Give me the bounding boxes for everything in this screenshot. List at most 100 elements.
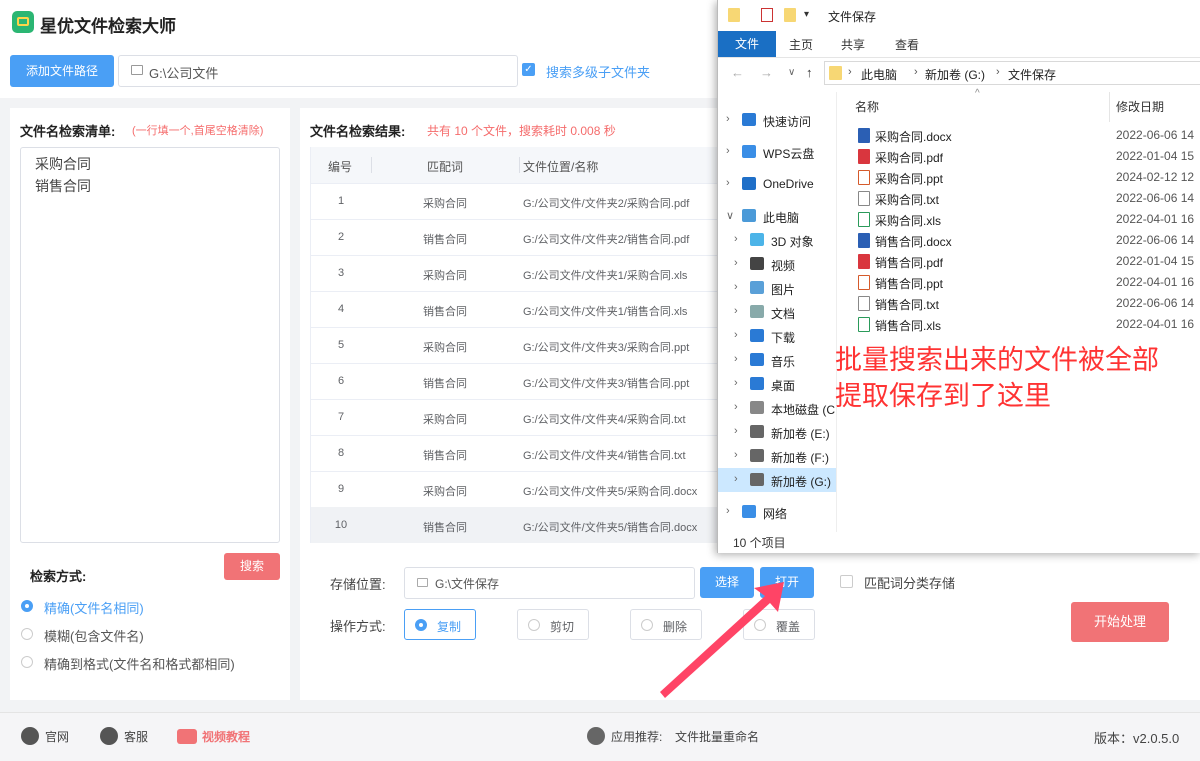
- table-row[interactable]: 1 采购合同 G:/公司文件/文件夹2/采购合同.pdf: [311, 183, 719, 220]
- column-name[interactable]: 名称: [855, 98, 879, 115]
- mode-label-format[interactable]: 精确到格式(文件名和格式都相同): [44, 654, 235, 673]
- table-row[interactable]: 8 销售合同 G:/公司文件/文件夹4/销售合同.txt: [311, 435, 719, 472]
- nav-item[interactable]: › OneDrive: [718, 172, 836, 196]
- column-date[interactable]: 修改日期: [1116, 98, 1164, 115]
- file-row[interactable]: 采购合同.ppt 2024-02-12 12: [837, 167, 1200, 188]
- up-arrow-icon[interactable]: ↑: [806, 65, 813, 80]
- video-tutorial-link[interactable]: 视频教程: [202, 728, 250, 745]
- chevron-right-icon[interactable]: ›: [734, 329, 738, 341]
- file-row[interactable]: 采购合同.xls 2022-04-01 16: [837, 209, 1200, 230]
- ribbon-tab-view[interactable]: 查看: [895, 36, 919, 53]
- breadcrumb-pc[interactable]: 此电脑: [861, 66, 897, 83]
- chevron-right-icon[interactable]: ›: [726, 145, 730, 157]
- subfolder-checkbox[interactable]: ✓: [522, 63, 535, 76]
- address-box[interactable]: › 此电脑 › 新加卷 (G:) › 文件保存: [824, 61, 1200, 85]
- file-row[interactable]: 销售合同.docx 2022-06-06 14: [837, 230, 1200, 251]
- nav-item-label: WPS云盘: [763, 147, 815, 161]
- chevron-right-icon[interactable]: ›: [734, 401, 738, 413]
- chevron-right-icon[interactable]: ›: [734, 233, 738, 245]
- file-row[interactable]: 销售合同.xls 2022-04-01 16: [837, 314, 1200, 335]
- chevron-right-icon[interactable]: ›: [734, 353, 738, 365]
- chevron-right-icon[interactable]: ›: [734, 281, 738, 293]
- ribbon-tab-file[interactable]: 文件: [718, 31, 776, 57]
- mode-radio-exact[interactable]: [21, 600, 33, 612]
- nav-item[interactable]: › 音乐: [718, 348, 836, 372]
- nav-item[interactable]: › 新加卷 (G:): [718, 468, 836, 492]
- classify-checkbox[interactable]: [840, 575, 853, 588]
- chevron-right-icon[interactable]: ›: [734, 449, 738, 461]
- nav-item[interactable]: › 文档: [718, 300, 836, 324]
- op-cut-button[interactable]: 剪切: [517, 609, 589, 640]
- chevron-right-icon[interactable]: ›: [734, 473, 738, 485]
- forward-arrow-icon[interactable]: →: [760, 65, 773, 80]
- breadcrumb-folder[interactable]: 文件保存: [1008, 66, 1056, 83]
- op-copy-button[interactable]: 复制: [404, 609, 476, 640]
- file-row[interactable]: 销售合同.ppt 2022-04-01 16: [837, 272, 1200, 293]
- nav-item[interactable]: › 本地磁盘 (C: [718, 396, 836, 420]
- chevron-right-icon[interactable]: ∨: [726, 209, 734, 222]
- chevron-right-icon[interactable]: ›: [734, 377, 738, 389]
- nav-item[interactable]: › 新加卷 (F:): [718, 444, 836, 468]
- nav-item[interactable]: ∨ 此电脑: [718, 204, 836, 228]
- file-row[interactable]: 销售合同.txt 2022-06-06 14: [837, 293, 1200, 314]
- search-button[interactable]: 搜索: [224, 553, 280, 580]
- path-input[interactable]: G:\公司文件: [118, 55, 518, 87]
- mode-radio-format[interactable]: [21, 656, 33, 668]
- table-row[interactable]: 4 销售合同 G:/公司文件/文件夹1/销售合同.xls: [311, 291, 719, 328]
- table-row[interactable]: 2 销售合同 G:/公司文件/文件夹2/销售合同.pdf: [311, 219, 719, 256]
- breadcrumb-drive[interactable]: 新加卷 (G:): [925, 66, 985, 83]
- chevron-right-icon[interactable]: ›: [734, 305, 738, 317]
- mode-label-exact[interactable]: 精确(文件名相同): [44, 598, 144, 617]
- classify-label[interactable]: 匹配词分类存储: [864, 573, 955, 592]
- add-path-button[interactable]: 添加文件路径: [10, 55, 114, 87]
- back-arrow-icon[interactable]: ←: [731, 65, 744, 80]
- video-icon[interactable]: [177, 729, 197, 744]
- nav-item[interactable]: › 快速访问: [718, 108, 836, 132]
- table-row[interactable]: 9 采购合同 G:/公司文件/文件夹5/采购合同.docx: [311, 471, 719, 508]
- file-date: 2022-01-04 15: [1116, 149, 1195, 163]
- ribbon-tab-home[interactable]: 主页: [789, 36, 813, 53]
- address-bar-row: ← → ∨ ↑ › 此电脑 › 新加卷 (G:) › 文件保存: [718, 60, 1200, 88]
- website-icon[interactable]: [21, 727, 39, 745]
- cell-keyword: 采购合同: [423, 342, 467, 354]
- mode-radio-fuzzy[interactable]: [21, 628, 33, 640]
- file-row[interactable]: 销售合同.pdf 2022-01-04 15: [837, 251, 1200, 272]
- nav-item[interactable]: › 网络: [718, 500, 836, 524]
- support-link[interactable]: 客服: [124, 728, 148, 745]
- subfolder-label[interactable]: 搜索多级子文件夹: [546, 62, 650, 81]
- file-row[interactable]: 采购合同.pdf 2022-01-04 15: [837, 146, 1200, 167]
- chevron-right-icon[interactable]: ›: [726, 177, 730, 189]
- new-folder-icon[interactable]: [784, 8, 796, 22]
- nav-item[interactable]: › 图片: [718, 276, 836, 300]
- start-button[interactable]: 开始处理: [1071, 602, 1169, 642]
- keywords-textarea[interactable]: 采购合同 销售合同: [20, 147, 280, 543]
- nav-item[interactable]: › 桌面: [718, 372, 836, 396]
- nav-item[interactable]: › 3D 对象: [718, 228, 836, 252]
- table-row[interactable]: 10 销售合同 G:/公司文件/文件夹5/销售合同.docx: [311, 507, 719, 543]
- file-date: 2022-06-06 14: [1116, 128, 1195, 142]
- website-link[interactable]: 官网: [45, 728, 69, 745]
- mode-label-fuzzy[interactable]: 模糊(包含文件名): [44, 626, 144, 645]
- nav-item[interactable]: › 下载: [718, 324, 836, 348]
- file-row[interactable]: 采购合同.docx 2022-06-06 14: [837, 125, 1200, 146]
- table-row[interactable]: 6 销售合同 G:/公司文件/文件夹3/销售合同.ppt: [311, 363, 719, 400]
- properties-icon[interactable]: [761, 8, 773, 22]
- recommend-app-link[interactable]: 文件批量重命名: [675, 728, 759, 745]
- table-row[interactable]: 3 采购合同 G:/公司文件/文件夹1/采购合同.xls: [311, 255, 719, 292]
- recent-locations-icon[interactable]: ∨: [788, 67, 795, 78]
- chevron-right-icon[interactable]: ›: [726, 113, 730, 125]
- nav-item[interactable]: › 视频: [718, 252, 836, 276]
- nav-item[interactable]: › WPS云盘: [718, 140, 836, 164]
- chevron-right-icon[interactable]: ›: [734, 425, 738, 437]
- chevron-right-icon[interactable]: ›: [734, 257, 738, 269]
- support-icon[interactable]: [100, 727, 118, 745]
- file-row[interactable]: 采购合同.txt 2022-06-06 14: [837, 188, 1200, 209]
- table-row[interactable]: 7 采购合同 G:/公司文件/文件夹4/采购合同.txt: [311, 399, 719, 436]
- nav-item[interactable]: › 新加卷 (E:): [718, 420, 836, 444]
- recommend-label: 应用推荐:: [611, 730, 663, 744]
- ribbon-tab-share[interactable]: 共享: [841, 36, 865, 53]
- table-row[interactable]: 5 采购合同 G:/公司文件/文件夹3/采购合同.ppt: [311, 327, 719, 364]
- chevron-right-icon[interactable]: ›: [726, 505, 730, 517]
- folder-icon: [829, 66, 842, 80]
- chevron-down-icon[interactable]: ▾: [804, 9, 816, 23]
